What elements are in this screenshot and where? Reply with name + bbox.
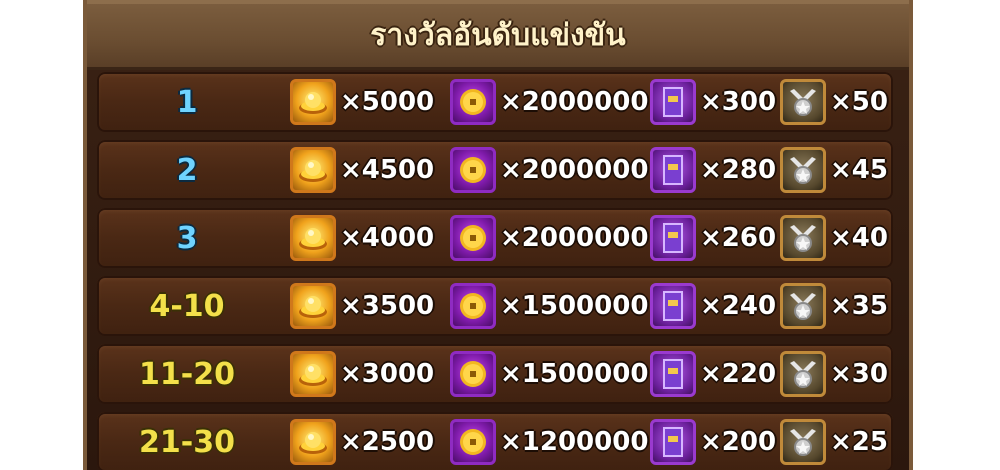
medal-quantity: ×35 [830, 291, 888, 321]
reward-row: 21-30 ×2500 ×1200000 ×200 ×25 [97, 412, 893, 470]
gold-quantity: ×4000 [340, 223, 435, 253]
gold-quantity: ×3500 [340, 291, 435, 321]
rank-label: 21-30 [139, 424, 235, 460]
gold-quantity: ×2500 [340, 427, 435, 457]
coin-quantity: ×1500000 [500, 359, 649, 389]
coin-reward: ×1500000 [450, 344, 648, 404]
ticket-reward: ×280 [650, 140, 776, 200]
ticket-reward: ×260 [650, 208, 776, 268]
gold-quantity: ×4500 [340, 155, 435, 185]
purple-coin-icon [450, 79, 496, 125]
medal-icon [780, 79, 826, 125]
medal-quantity: ×30 [830, 359, 888, 389]
purple-coin-icon [450, 283, 496, 329]
coin-reward: ×2000000 [450, 208, 648, 268]
medal-icon [780, 351, 826, 397]
coin-reward: ×2000000 [450, 72, 648, 132]
rank-label: 4-10 [149, 288, 225, 324]
medal-quantity: ×25 [830, 427, 888, 457]
medal-icon [780, 147, 826, 193]
ticket-reward: ×300 [650, 72, 776, 132]
medal-reward: ×35 [780, 276, 888, 336]
purple-coin-icon [450, 419, 496, 465]
gold-ingot-icon [290, 147, 336, 193]
ticket-reward: ×200 [650, 412, 776, 470]
gold-reward: ×2500 [290, 412, 434, 470]
reward-row: 1 ×5000 ×2000000 ×300 ×50 [97, 72, 893, 132]
ticket-quantity: ×300 [700, 87, 777, 117]
reward-row: 11-20 ×3000 ×1500000 ×220 ×30 [97, 344, 893, 404]
gold-ingot-icon [290, 351, 336, 397]
purple-ticket-icon [650, 283, 696, 329]
ticket-reward: ×240 [650, 276, 776, 336]
coin-reward: ×2000000 [450, 140, 648, 200]
ticket-reward: ×220 [650, 344, 776, 404]
coin-reward: ×1500000 [450, 276, 648, 336]
purple-ticket-icon [650, 79, 696, 125]
gold-ingot-icon [290, 283, 336, 329]
purple-ticket-icon [650, 147, 696, 193]
coin-quantity: ×2000000 [500, 223, 649, 253]
medal-icon [780, 419, 826, 465]
purple-coin-icon [450, 215, 496, 261]
gold-reward: ×3000 [290, 344, 434, 404]
medal-reward: ×30 [780, 344, 888, 404]
medal-quantity: ×40 [830, 223, 888, 253]
purple-ticket-icon [650, 215, 696, 261]
gold-reward: ×4000 [290, 208, 434, 268]
rank-label: 11-20 [139, 356, 235, 392]
ticket-quantity: ×280 [700, 155, 777, 185]
ticket-quantity: ×260 [700, 223, 777, 253]
purple-coin-icon [450, 147, 496, 193]
gold-ingot-icon [290, 215, 336, 261]
ticket-quantity: ×240 [700, 291, 777, 321]
rank-label: 2 [176, 152, 198, 188]
title-bar: รางวัลอันดับแข่งขัน [87, 0, 909, 70]
reward-row: 2 ×4500 ×2000000 ×280 ×45 [97, 140, 893, 200]
panel-title: รางวัลอันดับแข่งขัน [370, 18, 626, 53]
ticket-quantity: ×220 [700, 359, 777, 389]
gold-ingot-icon [290, 79, 336, 125]
purple-ticket-icon [650, 351, 696, 397]
gold-reward: ×3500 [290, 276, 434, 336]
rank-label: 1 [176, 84, 198, 120]
coin-quantity: ×2000000 [500, 87, 649, 117]
ticket-quantity: ×200 [700, 427, 777, 457]
purple-ticket-icon [650, 419, 696, 465]
medal-reward: ×25 [780, 412, 888, 470]
medal-reward: ×45 [780, 140, 888, 200]
reward-row: 3 ×4000 ×2000000 ×260 ×40 [97, 208, 893, 268]
coin-quantity: ×1200000 [500, 427, 649, 457]
medal-reward: ×50 [780, 72, 888, 132]
gold-quantity: ×5000 [340, 87, 435, 117]
medal-quantity: ×50 [830, 87, 888, 117]
coin-reward: ×1200000 [450, 412, 648, 470]
rank-label: 3 [176, 220, 198, 256]
ranking-rewards-panel: รางวัลอันดับแข่งขัน 1 ×5000 ×2000000 ×30… [83, 0, 913, 470]
gold-reward: ×5000 [290, 72, 434, 132]
gold-quantity: ×3000 [340, 359, 435, 389]
coin-quantity: ×2000000 [500, 155, 649, 185]
reward-row: 4-10 ×3500 ×1500000 ×240 ×35 [97, 276, 893, 336]
medal-icon [780, 283, 826, 329]
medal-reward: ×40 [780, 208, 888, 268]
medal-icon [780, 215, 826, 261]
medal-quantity: ×45 [830, 155, 888, 185]
gold-ingot-icon [290, 419, 336, 465]
gold-reward: ×4500 [290, 140, 434, 200]
coin-quantity: ×1500000 [500, 291, 649, 321]
purple-coin-icon [450, 351, 496, 397]
